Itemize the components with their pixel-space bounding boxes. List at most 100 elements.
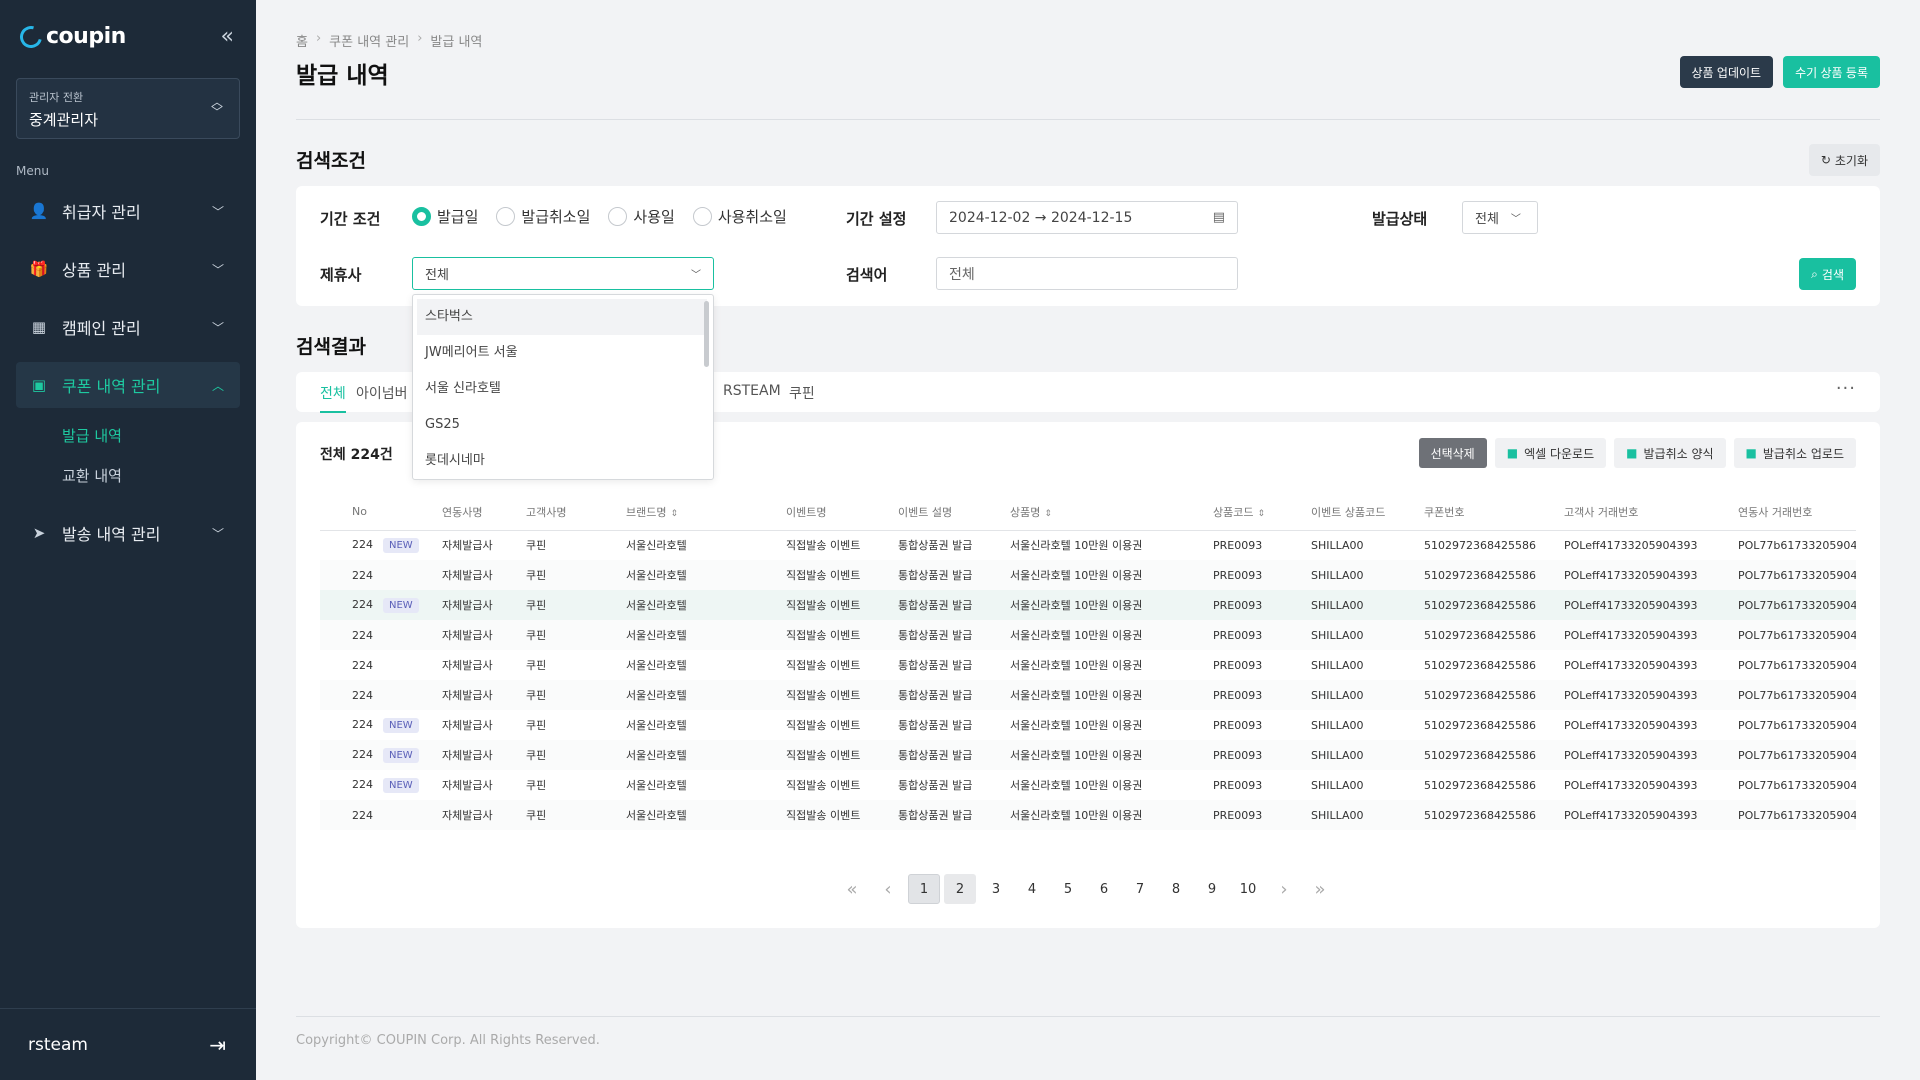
- dropdown-option[interactable]: 서울 신라호텔: [413, 371, 713, 407]
- radio-circle-icon: [412, 207, 431, 226]
- top-actions: 상품 업데이트 수기 상품 등록: [1679, 56, 1880, 88]
- table-row[interactable]: 224 자체발급사 쿠핀 서울신라호텔 직접발송 이벤트 통합상품권 발급 서울신라호텔 1…: [320, 800, 1856, 830]
- page-button-7[interactable]: 7: [1124, 874, 1156, 904]
- table-header-row: No 연동사명 고객사명 브랜드명 ⇕ 이벤트명 이벤트 설명 상품명 ⇕ 상품코드…: [320, 494, 1856, 531]
- partner-select[interactable]: 전체 ﹀: [412, 257, 714, 290]
- manual-product-register-button[interactable]: 수기 상품 등록: [1783, 56, 1880, 88]
- reset-button[interactable]: ↻ 초기화: [1808, 144, 1880, 176]
- search-button[interactable]: ⌕ 검색: [1799, 258, 1856, 290]
- last-page-icon[interactable]: »: [1304, 874, 1336, 904]
- table-cell: 서울신라호텔: [626, 560, 786, 590]
- col-header-event: 이벤트명: [786, 494, 898, 531]
- table-cell: 자체발급사: [442, 620, 526, 650]
- breadcrumb-coupin-history[interactable]: 쿠폰 내역 관리: [329, 31, 409, 50]
- prev-page-icon[interactable]: ‹: [872, 874, 904, 904]
- page-button-10[interactable]: 10: [1232, 874, 1264, 904]
- radio-use-cancel-date[interactable]: 사용취소일: [692, 206, 787, 227]
- table-row[interactable]: 224 NEW 자체발급사 쿠핀 서울신라호텔 직접발송 이벤트 통합상품권 발급 서울신라호…: [320, 590, 1856, 620]
- page-button-3[interactable]: 3: [980, 874, 1012, 904]
- table-cell: 직접발송 이벤트: [786, 590, 898, 620]
- logo[interactable]: coupin: [15, 21, 126, 52]
- logout-icon[interactable]: ⇥: [209, 1033, 226, 1057]
- table-row[interactable]: 224 NEW 자체발급사 쿠핀 서울신라호텔 직접발송 이벤트 통합상품권 발급 서울신라호…: [320, 710, 1856, 740]
- sidebar-subitem-issue-history[interactable]: 발급 내역: [16, 416, 240, 456]
- next-page-icon[interactable]: ›: [1268, 874, 1300, 904]
- page-button-4[interactable]: 4: [1016, 874, 1048, 904]
- admin-switch-select[interactable]: 관리자 전환 중계관리자 ︿ ﹀: [16, 78, 240, 139]
- sidebar-item-send-history[interactable]: ➤ 발송 내역 관리 ﹀: [16, 510, 240, 556]
- reset-button-label: 초기화: [1834, 153, 1868, 168]
- more-options-icon[interactable]: ···: [1836, 378, 1856, 399]
- dropdown-option[interactable]: JW메리어트 서울: [413, 335, 713, 371]
- collapse-sidebar-icon[interactable]: «: [221, 26, 234, 48]
- page-button-9[interactable]: 9: [1196, 874, 1228, 904]
- page-button-1[interactable]: 1: [908, 874, 940, 904]
- table-cell: 서울신라호텔: [626, 539, 687, 553]
- new-badge: NEW: [383, 777, 419, 793]
- issue-status-select[interactable]: 전체 ﹀: [1462, 201, 1538, 234]
- table-cell: 직접발송 이벤트: [786, 620, 898, 650]
- sidebar-item-coupin-history[interactable]: ▣ 쿠폰 내역 관리 ︿: [16, 362, 240, 408]
- radio-use-date[interactable]: 사용일: [608, 206, 675, 227]
- page-button-5[interactable]: 5: [1052, 874, 1084, 904]
- table-cell: 직접발송 이벤트: [786, 539, 861, 553]
- dropdown-option[interactable]: 스타벅스: [417, 299, 707, 335]
- table-row[interactable]: 224 NEW 자체발급사 쿠핀 서울신라호텔 직접발송 이벤트 통합상품권 발급 서울신라호…: [320, 740, 1856, 770]
- refresh-icon: ↻: [1820, 153, 1831, 167]
- table-cell: 5102972368425586: [1424, 658, 1536, 672]
- table-cell: POLeff41733205904393: [1564, 620, 1738, 650]
- calendar-icon[interactable]: ▤: [1213, 210, 1225, 225]
- table-row[interactable]: 224 자체발급사 쿠핀 서울신라호텔 직접발송 이벤트 통합상품권 발급 서울신라호텔 1…: [320, 560, 1856, 590]
- cell-no: 224 NEW: [320, 770, 442, 800]
- page-button-8[interactable]: 8: [1160, 874, 1192, 904]
- cancel-form-button[interactable]: ■ 발급취소 양식: [1614, 438, 1726, 468]
- page-button-6[interactable]: 6: [1088, 874, 1120, 904]
- tab-all[interactable]: 전체: [320, 383, 346, 413]
- delete-selected-button[interactable]: 선택삭제: [1418, 438, 1487, 468]
- radio-issue-cancel-date[interactable]: 발급취소일: [496, 206, 590, 227]
- table-cell: POLeff41733205904393: [1564, 680, 1738, 710]
- dropdown-option[interactable]: 롯데시네마: [413, 443, 713, 479]
- date-range-input[interactable]: 2024-12-02 → 2024-12-15 ▤: [936, 201, 1238, 234]
- sidebar-subitem-exchange-history[interactable]: 교환 내역: [16, 456, 240, 496]
- cancel-upload-button[interactable]: ■ 발급취소 업로드: [1733, 438, 1856, 468]
- table-cell: 서울신라호텔 10만원 이용권: [1010, 680, 1213, 710]
- dropdown-scrollbar[interactable]: [704, 301, 709, 367]
- radio-issue-date[interactable]: 발급일: [412, 206, 478, 227]
- sidebar-item-product-management[interactable]: 🎁 상품 관리 ﹀: [16, 246, 240, 292]
- cell-no: 224: [320, 620, 442, 650]
- table-cell: 쿠핀: [526, 560, 626, 590]
- table-row[interactable]: 224 NEW 자체발급사 쿠핀 서울신라호텔 직접발송 이벤트 통합상품권 발급 서울신라호…: [320, 530, 1856, 560]
- excel-download-button[interactable]: ■ 엑셀 다운로드: [1494, 438, 1607, 468]
- table-row[interactable]: 224 자체발급사 쿠핀 서울신라호텔 직접발송 이벤트 통합상품권 발급 서울신라호텔 1…: [320, 620, 1856, 650]
- table-cell: SHILLA00: [1311, 778, 1364, 792]
- first-page-icon[interactable]: «: [836, 874, 868, 904]
- table-cell: POL77b61733205904: [1738, 680, 1856, 710]
- table-cell: 서울신라호텔: [626, 680, 786, 710]
- period-condition-radios: 발급일 발급취소일 사용일 사용취소일: [412, 206, 787, 227]
- col-header-event-product-code: 이벤트 상품코드: [1311, 494, 1424, 531]
- sort-icon: ⇕: [1257, 508, 1266, 519]
- col-header-brand[interactable]: 브랜드명 ⇕: [626, 494, 786, 531]
- dropdown-option[interactable]: GS25: [413, 407, 713, 443]
- sidebar-item-campaign-management[interactable]: ▦ 캠페인 관리 ﹀: [16, 304, 240, 350]
- table-row[interactable]: 224 NEW 자체발급사 쿠핀 서울신라호텔 직접발송 이벤트 통합상품권 발급 서울신라호…: [320, 770, 1856, 800]
- user-gear-icon: 👤: [29, 202, 49, 220]
- product-update-button[interactable]: 상품 업데이트: [1679, 56, 1774, 88]
- table-row[interactable]: 224 자체발급사 쿠핀 서울신라호텔 직접발송 이벤트 통합상품권 발급 서울신라호텔 1…: [320, 680, 1856, 710]
- table-row[interactable]: 224 자체발급사 쿠핀 서울신라호텔 직접발송 이벤트 통합상품권 발급 서울신라호텔 1…: [320, 650, 1856, 680]
- tab-rsteam[interactable]: RSTEAM: [723, 383, 781, 399]
- table-cell: 쿠핀: [526, 659, 547, 672]
- col-header-product[interactable]: 상품명 ⇕: [1010, 494, 1213, 531]
- col-header-product-code[interactable]: 상품코드 ⇕: [1213, 494, 1311, 531]
- table-cell: 직접발송 이벤트: [786, 740, 898, 770]
- sidebar-item-handler-management[interactable]: 👤 취급자 관리 ﹀: [16, 188, 240, 234]
- chevron-down-icon: ﹀: [1510, 214, 1521, 225]
- keyword-input[interactable]: 전체: [936, 257, 1238, 290]
- page-button-2[interactable]: 2: [944, 874, 976, 904]
- row-number: 224: [352, 747, 373, 761]
- breadcrumb-home[interactable]: 홈: [296, 31, 308, 50]
- row-number: 224: [352, 628, 373, 642]
- tab-coupin[interactable]: 쿠핀: [789, 383, 815, 403]
- menu-label: Menu: [16, 164, 49, 178]
